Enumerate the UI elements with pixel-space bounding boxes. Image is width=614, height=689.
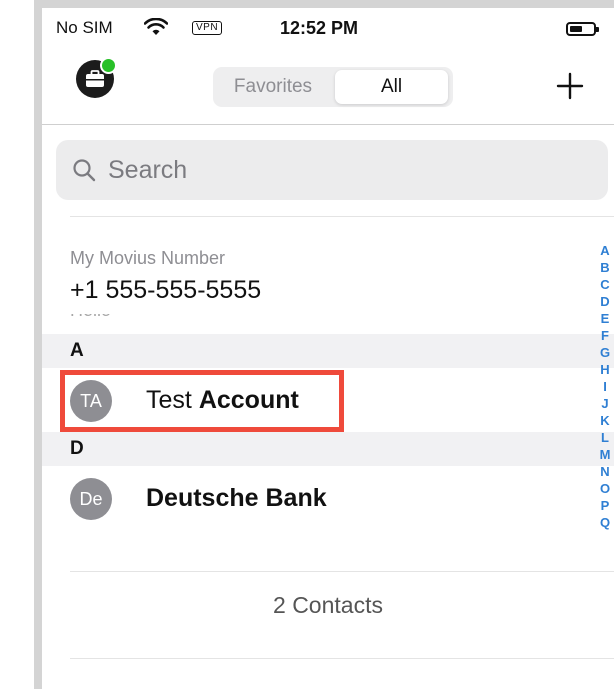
alphabet-index[interactable]: A B C D E F G H I J K L M N O P Q [596,242,614,531]
presence-dot [100,57,117,74]
highlight-box [60,370,344,432]
contacts-count: 2 Contacts [273,592,383,618]
clipped-row-text: Hello [70,314,130,320]
contact-name: Deutsche Bank [146,484,327,513]
wifi-icon [143,17,169,41]
index-letter-b[interactable]: B [596,259,614,276]
contact-row-deutsche-bank[interactable]: De Deutsche Bank [42,466,602,530]
divider [70,216,614,217]
index-letter-p[interactable]: P [596,497,614,514]
segment-favorites[interactable]: Favorites [216,70,330,104]
index-letter-f[interactable]: F [596,327,614,344]
index-letter-h[interactable]: H [596,361,614,378]
nav-bar: Favorites All [42,50,614,132]
index-letter-d[interactable]: D [596,293,614,310]
clock: 12:52 PM [280,18,359,38]
section-letter: A [70,340,84,361]
my-number-value[interactable]: +1 555-555-5555 [70,276,261,305]
plus-icon[interactable] [552,68,588,104]
section-header-d: D [42,432,614,466]
index-letter-i[interactable]: I [596,378,614,395]
divider [70,658,614,659]
carrier-label: No SIM [56,18,113,37]
index-letter-n[interactable]: N [596,463,614,480]
index-letter-e[interactable]: E [596,310,614,327]
index-letter-o[interactable]: O [596,480,614,497]
section-header-a: A [42,334,614,368]
section-letter: D [70,438,84,459]
index-letter-m[interactable]: M [596,446,614,463]
nav-divider [42,124,614,125]
index-letter-g[interactable]: G [596,344,614,361]
phone-screen: No SIM VPN 12:52 PM Favorites All Search… [42,8,614,689]
segmented-control: Favorites All [213,67,453,107]
index-letter-c[interactable]: C [596,276,614,293]
index-letter-q[interactable]: Q [596,514,614,531]
search-placeholder: Search [108,156,188,184]
contact-last-name: Deutsche Bank [146,484,327,512]
status-bar: No SIM VPN 12:52 PM [42,8,614,50]
index-letter-a[interactable]: A [596,242,614,259]
avatar: De [70,478,112,520]
my-number-label: My Movius Number [70,248,226,268]
divider [70,571,614,572]
battery-icon [566,22,599,36]
search-input[interactable]: Search [56,140,608,200]
index-letter-k[interactable]: K [596,412,614,429]
window-frame-left [34,8,42,689]
search-icon [73,159,96,182]
briefcase-icon[interactable] [76,57,117,98]
vpn-badge: VPN [192,21,223,35]
index-letter-l[interactable]: L [596,429,614,446]
window-frame-top [34,0,614,8]
index-letter-j[interactable]: J [596,395,614,412]
segment-all[interactable]: All [335,70,448,104]
outer-margin [0,0,34,689]
